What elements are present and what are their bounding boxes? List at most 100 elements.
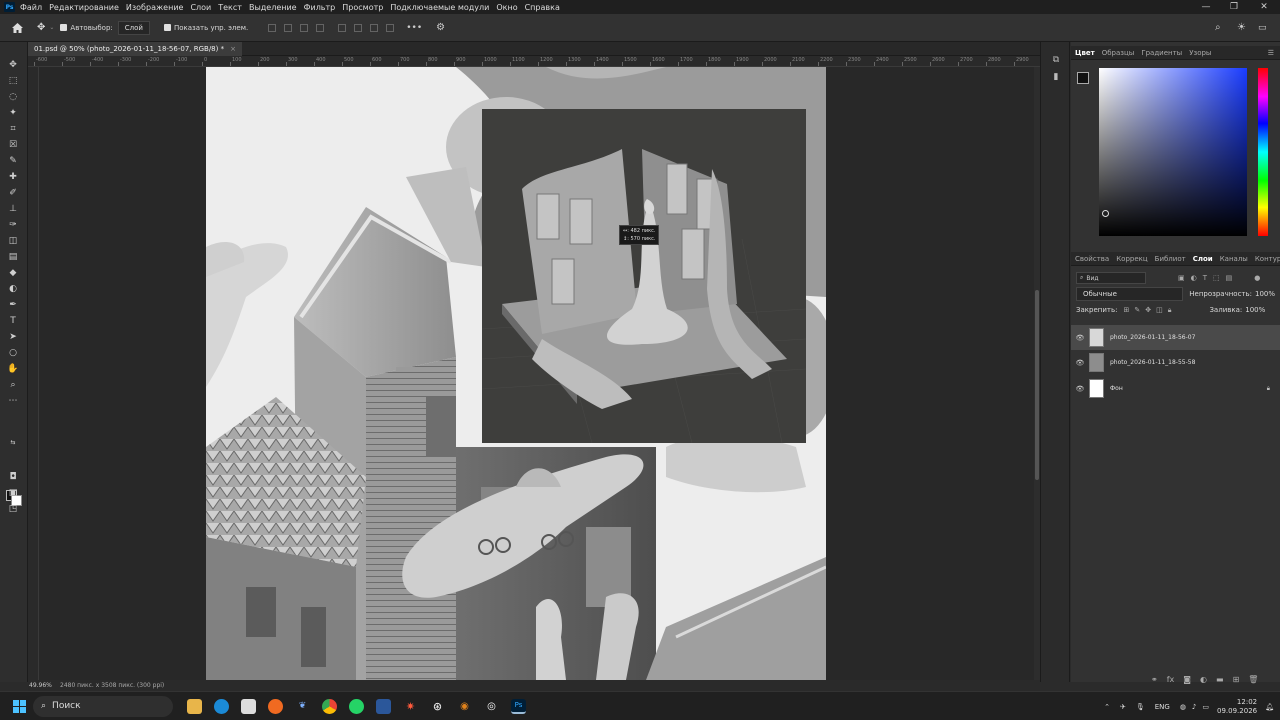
color-fg-swatch[interactable] — [1077, 72, 1089, 84]
tray-app-icon[interactable]: ✈ — [1120, 703, 1126, 711]
healing-icon[interactable]: ✚ — [6, 170, 20, 183]
windows-start-icon[interactable] — [12, 699, 27, 714]
close-tab-icon[interactable]: × — [230, 45, 236, 53]
menu-image[interactable]: Изображение — [126, 3, 184, 12]
search-icon[interactable]: ⌕ — [1215, 22, 1221, 33]
chatgpt-icon[interactable]: ⊛ — [430, 699, 445, 714]
path-select-icon[interactable]: ➤ — [6, 330, 20, 343]
menu-file[interactable]: Файл — [20, 3, 42, 12]
menu-help[interactable]: Справка — [525, 3, 560, 12]
whatsapp-icon[interactable] — [349, 698, 364, 714]
tab-color[interactable]: Цвет — [1075, 49, 1095, 57]
history-brush-icon[interactable]: ✑ — [6, 218, 20, 231]
chrome-icon[interactable] — [322, 698, 337, 714]
language-indicator[interactable]: ENG — [1155, 703, 1170, 711]
history-icon[interactable]: ⧉ — [1050, 54, 1062, 66]
layer-name[interactable]: Фон — [1110, 385, 1123, 392]
filter-smart-icon[interactable]: ▤ — [1226, 274, 1233, 282]
new-layer-icon[interactable]: ⊞ — [1233, 675, 1240, 684]
notifications-icon[interactable]: 🔔︎ — [1265, 703, 1274, 711]
type-icon[interactable]: T — [6, 314, 20, 327]
align-middle-icon[interactable] — [338, 23, 347, 32]
eyedropper-icon[interactable]: ✎ — [6, 154, 20, 167]
filter-adjust-icon[interactable]: ◐ — [1191, 274, 1197, 282]
delete-layer-icon[interactable]: 🗑︎ — [1248, 675, 1258, 684]
new-group-icon[interactable]: ▬ — [1216, 675, 1224, 684]
home-icon[interactable] — [11, 22, 24, 34]
adjustment-layer-icon[interactable]: ◐ — [1200, 675, 1207, 684]
marquee-icon[interactable]: ⬚ — [6, 74, 20, 87]
move-tool-icon[interactable]: ✥ — [37, 22, 45, 33]
lock-artboard-icon[interactable]: ◫ — [1156, 306, 1163, 314]
menu-plugins[interactable]: Подключаемые модули — [390, 3, 489, 12]
eye-icon[interactable]: 👁︎ — [1071, 334, 1089, 342]
distribute-icon[interactable] — [370, 23, 379, 32]
fill-value[interactable]: 100% — [1245, 306, 1265, 314]
filter-shape-icon[interactable]: ⬚ — [1213, 274, 1220, 282]
tab-channels[interactable]: Каналы — [1220, 255, 1248, 263]
gear-icon[interactable]: ⚙ — [436, 22, 445, 33]
gradient-icon[interactable]: ▤ — [6, 250, 20, 263]
store-icon[interactable] — [241, 698, 256, 714]
blend-mode-dropdown[interactable]: Обычные — [1076, 287, 1184, 301]
pasted-photo-layer[interactable]: ↔: 482 пикс. ↕: 570 пикс. — [481, 109, 807, 444]
artboard-icon[interactable]: ◳ — [6, 502, 20, 515]
lasso-icon[interactable]: ◌ — [6, 90, 20, 103]
photoshop-taskbar-icon[interactable]: Ps — [511, 698, 526, 714]
eye-icon[interactable]: 👁︎ — [1071, 385, 1089, 393]
lock-transparent-icon[interactable]: ⊞ — [1123, 306, 1129, 314]
quick-mask-icon[interactable]: ◘ — [6, 470, 20, 483]
color-picker-cursor[interactable] — [1102, 210, 1109, 217]
tab-libraries[interactable]: Библиот — [1155, 255, 1186, 263]
add-mask-icon[interactable]: ◙ — [1183, 675, 1191, 684]
tab-properties[interactable]: Свойства — [1075, 255, 1109, 263]
filter-toggle-icon[interactable]: ● — [1254, 274, 1260, 282]
crop-icon[interactable]: ⌗ — [6, 122, 20, 135]
menu-window[interactable]: Окно — [496, 3, 517, 12]
distribute-vertical-icon[interactable] — [386, 23, 395, 32]
document-info[interactable]: 2480 пикс. x 3508 пикс. (300 ppi) — [60, 682, 164, 689]
comments-icon[interactable]: ▮ — [1050, 71, 1062, 83]
tool-preset-chevron-icon[interactable]: ⌄ — [49, 24, 54, 31]
brush-icon[interactable]: ✐ — [6, 186, 20, 199]
dodge-icon[interactable]: ◐ — [6, 282, 20, 295]
tab-patterns[interactable]: Узоры — [1189, 49, 1211, 57]
object-select-icon[interactable]: ✦ — [6, 106, 20, 119]
color-picker-field[interactable] — [1099, 68, 1247, 236]
eye-icon[interactable]: 👁︎ — [1071, 359, 1089, 367]
battery-icon[interactable]: ▭ — [1202, 703, 1209, 711]
edge-icon[interactable] — [214, 698, 229, 714]
zoom-icon[interactable]: ⌕ — [6, 378, 20, 391]
hand-icon[interactable]: ✋ — [6, 362, 20, 375]
eraser-icon[interactable]: ◫ — [6, 234, 20, 247]
autoselect-checkbox[interactable] — [60, 24, 68, 31]
minimize-icon[interactable]: — — [1194, 0, 1218, 14]
menu-type[interactable]: Текст — [218, 3, 242, 12]
frame-icon[interactable]: ☒ — [6, 138, 20, 151]
app-orange-icon[interactable] — [268, 698, 283, 714]
app-c-icon[interactable]: ◎ — [484, 699, 499, 714]
horizontal-ruler[interactable]: -600 -500 -400 -300 -200 -100 0 100 200 300 400 500… — [28, 56, 1040, 67]
edit-toolbar-icon[interactable]: ⋯ — [6, 394, 20, 407]
blur-icon[interactable]: ◆ — [6, 266, 20, 279]
pen-icon[interactable]: ✒ — [6, 298, 20, 311]
tab-adjustments[interactable]: Коррекц — [1116, 255, 1147, 263]
align-center-icon[interactable] — [284, 23, 293, 32]
layer-row[interactable]: 👁︎ photo_2026-01-11_18-55-58 — [1071, 350, 1280, 375]
file-explorer-icon[interactable] — [187, 698, 202, 714]
app-star-icon[interactable]: ✷ — [403, 699, 418, 714]
panel-menu-icon[interactable]: ☰ — [1268, 49, 1274, 57]
filter-type-icon[interactable]: T — [1203, 274, 1207, 282]
document-tab[interactable]: 01.psd @ 50% (photo_2026-01-11_18-56-07,… — [28, 42, 242, 56]
blender-icon[interactable]: ◉ — [457, 699, 472, 714]
menu-edit[interactable]: Редактирование — [49, 3, 119, 12]
opacity-value[interactable]: 100% — [1255, 290, 1275, 298]
menu-layers[interactable]: Слои — [190, 3, 211, 12]
fx-icon[interactable]: fx — [1167, 675, 1175, 684]
vertical-scroll-thumb[interactable] — [1035, 290, 1039, 480]
vertical-ruler[interactable] — [28, 67, 39, 680]
app-feather-icon[interactable]: ❦ — [295, 699, 310, 714]
align-top-icon[interactable] — [316, 23, 325, 32]
menu-filter[interactable]: Фильтр — [304, 3, 336, 12]
filter-pixel-icon[interactable]: ▣ — [1178, 274, 1185, 282]
